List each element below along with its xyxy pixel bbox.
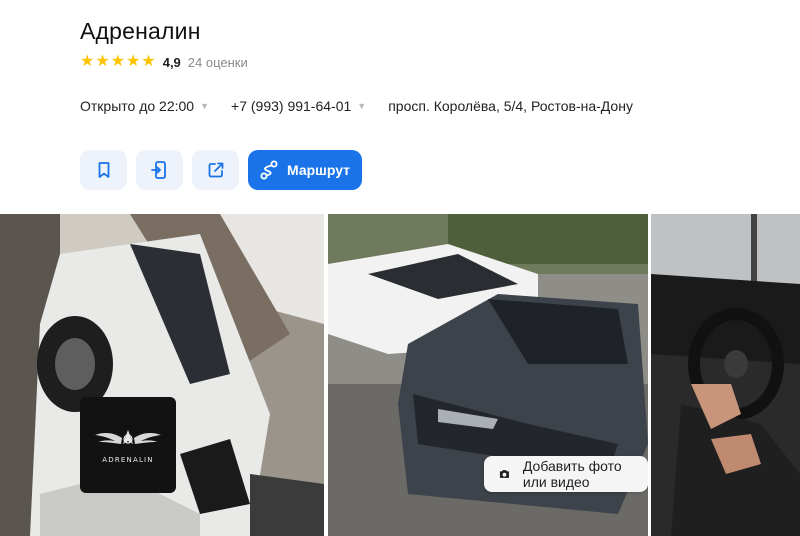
camera-icon (499, 470, 509, 478)
action-buttons: Маршрут (80, 150, 363, 190)
rating-count-link[interactable]: 24 оценки (188, 55, 248, 70)
phone-dropdown[interactable]: +7 (993) 991-64-01 ▼ (231, 98, 366, 114)
gallery-photo[interactable]: Добавить фото или видео (328, 214, 648, 536)
star-icon: ★ (80, 53, 95, 70)
phone-send-icon (150, 161, 166, 179)
hours-dropdown[interactable]: Открыто до 22:00 ▼ (80, 98, 209, 114)
winged-logo-icon (95, 430, 161, 444)
rating-row[interactable]: ★ ★ ★ ★ ★ 4,9 24 оценки (80, 54, 780, 70)
share-button[interactable] (192, 150, 239, 190)
star-icon: ★ (110, 53, 126, 70)
gallery-photo[interactable]: ADRENALIN (0, 214, 324, 536)
send-to-phone-button[interactable] (136, 150, 183, 190)
bookmark-button[interactable] (80, 150, 127, 190)
star-icon: ★ (141, 53, 156, 70)
business-title: Адреналин (80, 18, 201, 44)
logo-text: ADRENALIN (102, 456, 154, 464)
rating-stars: ★ ★ ★ ★ ★ (80, 54, 156, 70)
chevron-down-icon: ▼ (200, 101, 210, 111)
address-text: просп. Королёва, 5/4, Ростов-на-Дону (388, 98, 633, 114)
gallery-photo[interactable] (651, 214, 800, 536)
star-icon: ★ (126, 53, 141, 70)
address-link[interactable]: просп. Королёва, 5/4, Ростов-на-Дону (388, 98, 633, 114)
hours-text: Открыто до 22:00 (80, 98, 195, 114)
chevron-down-icon: ▼ (357, 101, 367, 111)
add-photo-button[interactable]: Добавить фото или видео (484, 456, 648, 492)
add-photo-label: Добавить фото или видео (522, 458, 622, 490)
info-row: Открыто до 22:00 ▼ +7 (993) 991-64-01 ▼ … (80, 98, 633, 114)
star-icon: ★ (95, 53, 110, 70)
route-button-label: Маршрут (287, 162, 351, 178)
company-logo: ADRENALIN (80, 397, 176, 493)
rating-value: 4,9 (162, 54, 181, 70)
route-icon (260, 160, 278, 180)
share-icon (208, 162, 223, 178)
phone-text: +7 (993) 991-64-01 (231, 98, 352, 114)
car-interior-photo (651, 214, 800, 536)
bookmark-icon (98, 162, 109, 178)
route-button[interactable]: Маршрут (248, 150, 363, 190)
business-header: Адреналин ★ ★ ★ ★ ★ 4,9 24 оценки (80, 18, 780, 70)
photo-gallery: ADRENALIN Добавить фото или видео (0, 214, 800, 536)
